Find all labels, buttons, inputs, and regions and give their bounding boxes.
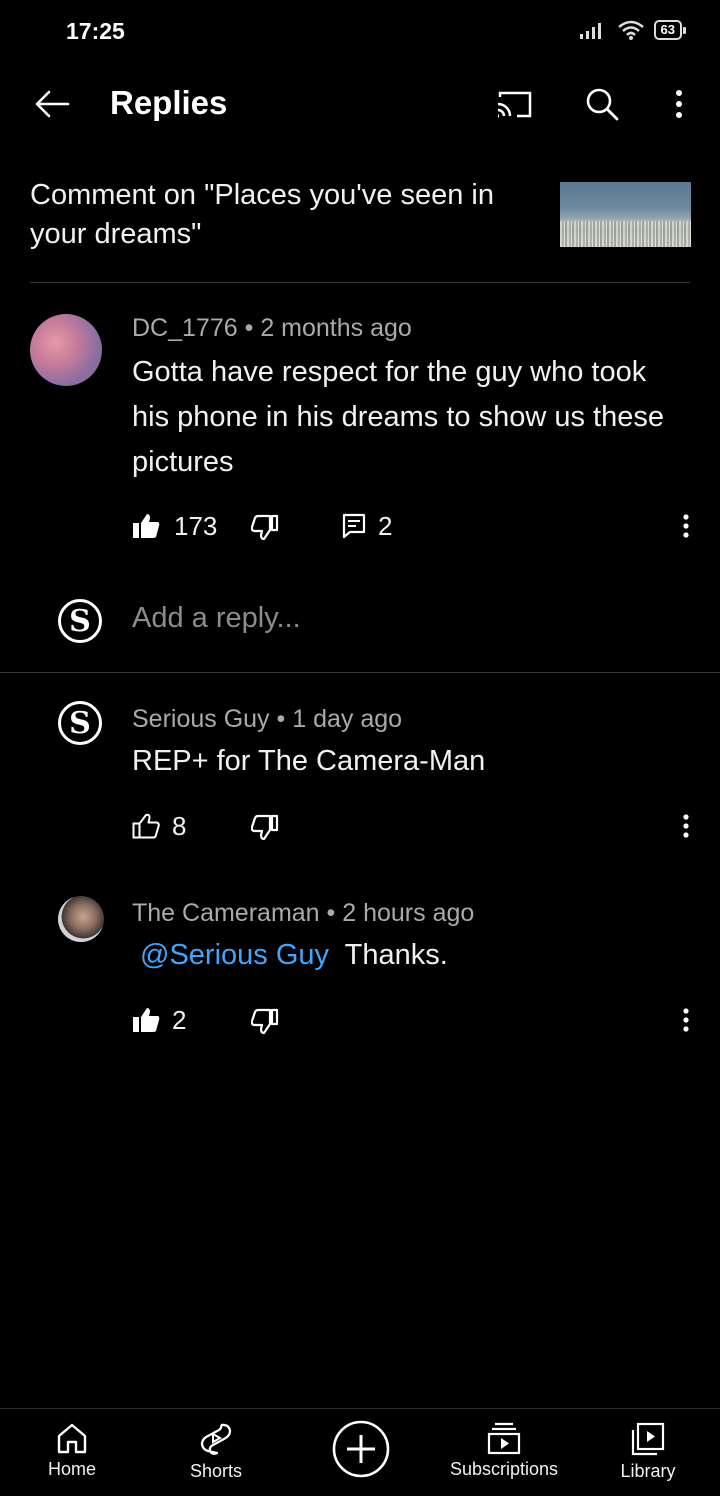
- wifi-icon: [617, 20, 644, 40]
- user-mention[interactable]: @Serious Guy: [140, 939, 329, 971]
- nav-library[interactable]: Library: [612, 1421, 684, 1482]
- reply-meta: Serious Guy • 1 day ago: [132, 705, 402, 734]
- nav-label: Subscriptions: [449, 1459, 559, 1479]
- create-icon: [331, 1419, 391, 1479]
- status-icons: 63: [579, 20, 687, 40]
- reply-text: REP+ for The Camera-Man: [132, 745, 486, 777]
- back-arrow-icon[interactable]: [30, 84, 74, 124]
- comment-icon: [342, 513, 366, 539]
- nav-shorts[interactable]: Shorts: [178, 1421, 254, 1482]
- shorts-icon: [199, 1421, 233, 1457]
- page-title: Replies: [110, 84, 228, 121]
- nav-label: Library: [620, 1461, 676, 1481]
- comment-context[interactable]: Comment on "Places you've seen in your d…: [30, 176, 550, 254]
- reply-meta: The Cameraman • 2 hours ago: [132, 899, 474, 928]
- replies-button[interactable]: 2: [342, 508, 392, 544]
- reply-age: 1 day ago: [292, 705, 403, 733]
- nav-label: Shorts: [189, 1461, 243, 1481]
- like-count: 2: [172, 1004, 187, 1035]
- comment-author[interactable]: DC_1776: [132, 314, 238, 342]
- meta-separator: •: [276, 705, 286, 733]
- status-time: 17:25: [66, 18, 125, 44]
- nav-create[interactable]: [330, 1419, 392, 1479]
- bottom-nav: Home Shorts Subscriptions Library: [0, 1408, 720, 1496]
- like-button[interactable]: 173: [132, 508, 217, 544]
- thumbs-up-filled-icon: [132, 513, 160, 539]
- thumbs-up-icon: [132, 813, 160, 839]
- subscriptions-icon: [486, 1421, 522, 1455]
- thumbs-down-icon[interactable]: [248, 1004, 282, 1038]
- thumbs-up-filled-icon: [132, 1007, 160, 1033]
- reply-menu-icon[interactable]: [674, 1004, 698, 1036]
- reply-text: @Serious Guy Thanks.: [140, 933, 690, 978]
- reply-input[interactable]: Add a reply...: [132, 602, 301, 635]
- comment-text: Gotta have respect for the guy who took …: [132, 356, 664, 478]
- cast-icon[interactable]: [492, 84, 536, 124]
- like-count: 8: [172, 810, 187, 841]
- avatar[interactable]: S: [58, 701, 102, 745]
- more-options-icon[interactable]: [664, 84, 694, 124]
- comment-meta: DC_1776 • 2 months ago: [132, 314, 412, 343]
- reply-count: 2: [378, 510, 393, 541]
- user-avatar: S: [58, 599, 102, 643]
- comment-age: 2 months ago: [260, 314, 412, 342]
- nav-subscriptions[interactable]: Subscriptions: [444, 1421, 564, 1480]
- like-button[interactable]: 8: [132, 808, 186, 844]
- nav-label: Home: [47, 1459, 96, 1479]
- meta-separator: •: [326, 899, 336, 927]
- like-button[interactable]: 2: [132, 1002, 186, 1038]
- thumbs-down-icon[interactable]: [248, 510, 282, 544]
- like-count: 173: [174, 510, 218, 541]
- comment-menu-icon[interactable]: [674, 510, 698, 542]
- battery-indicator: 63: [653, 20, 687, 40]
- reply-age: 2 hours ago: [342, 899, 475, 927]
- reply-author[interactable]: The Cameraman: [132, 899, 320, 927]
- nav-home[interactable]: Home: [36, 1421, 108, 1480]
- search-icon[interactable]: [580, 82, 624, 126]
- avatar[interactable]: [58, 896, 104, 942]
- reply-author[interactable]: Serious Guy: [132, 705, 270, 733]
- reply-message: Thanks.: [344, 939, 448, 971]
- home-icon: [55, 1421, 89, 1455]
- divider: [30, 282, 690, 283]
- signal-icon: [579, 21, 608, 39]
- library-icon: [630, 1421, 666, 1457]
- avatar[interactable]: [30, 314, 102, 386]
- reply-menu-icon[interactable]: [674, 810, 698, 842]
- video-thumbnail[interactable]: [560, 182, 691, 247]
- meta-separator: •: [244, 314, 254, 342]
- thumbs-down-icon[interactable]: [248, 810, 282, 844]
- divider: [0, 672, 720, 673]
